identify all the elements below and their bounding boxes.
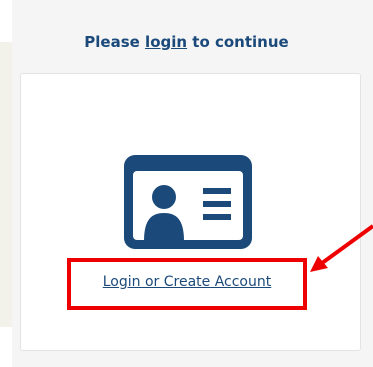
heading-suffix: to continue xyxy=(187,33,289,51)
id-card-icon xyxy=(124,155,252,249)
left-background-strip xyxy=(0,42,12,327)
login-link[interactable]: login xyxy=(145,33,187,51)
heading-prefix: Please xyxy=(84,33,146,51)
annotation-arrow-icon xyxy=(310,224,373,272)
login-or-create-account-link[interactable]: Login or Create Account xyxy=(67,274,307,290)
login-heading: Please login to continue xyxy=(0,33,373,51)
